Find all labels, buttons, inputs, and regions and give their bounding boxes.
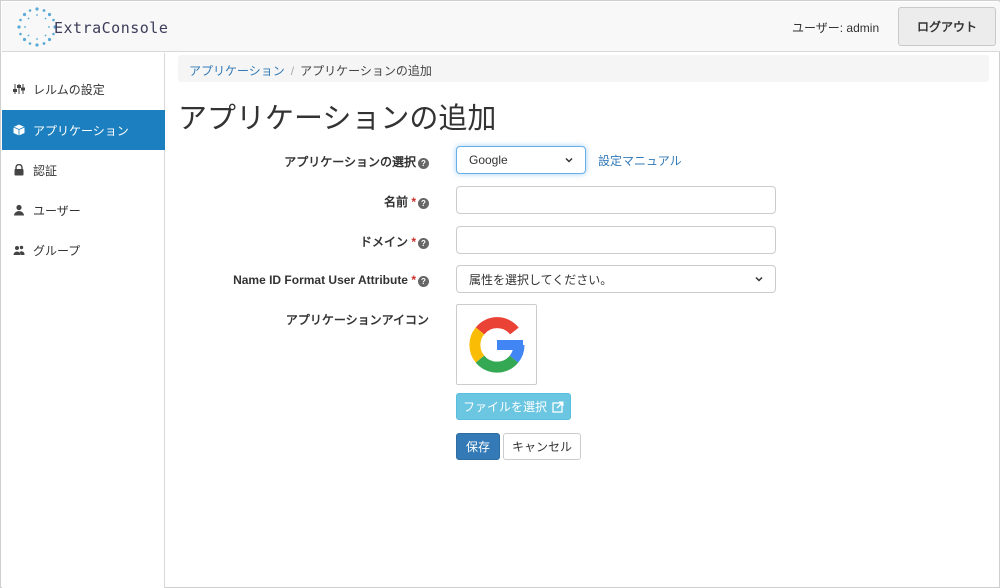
question-circle-icon[interactable]: ? [418, 238, 429, 249]
sidebar-item-users[interactable]: ユーザー [2, 190, 165, 230]
required-mark: * [411, 195, 416, 209]
required-mark: * [411, 273, 416, 287]
user-icon [14, 204, 24, 216]
domain-input[interactable] [456, 226, 776, 254]
sliders-icon [13, 84, 25, 94]
name-id-format-select[interactable]: 属性を選択してください。 [456, 265, 776, 293]
choose-file-button[interactable]: ファイルを選択 [456, 393, 571, 420]
choose-file-label: ファイルを選択 [462, 400, 547, 414]
sidebar: レルムの設定 アプリケーション 認証 ユーザー グループ [2, 53, 165, 588]
sidebar-item-applications[interactable]: アプリケーション [2, 110, 165, 150]
sidebar-item-groups[interactable]: グループ [2, 230, 165, 270]
sidebar-item-label: レルムの設定 [33, 82, 105, 97]
extraconsole-logo-icon [17, 7, 57, 47]
current-user-label: ユーザー: admin [792, 21, 880, 35]
page-title: アプリケーションの追加 [178, 103, 497, 135]
app-name: ExtraConsole [54, 19, 169, 37]
application-select-value: Google [469, 153, 508, 167]
breadcrumb-separator: / [290, 64, 295, 78]
domain-label-text: ドメイン [359, 235, 408, 249]
lock-icon [14, 164, 24, 176]
question-circle-icon[interactable]: ? [418, 158, 429, 169]
sidebar-item-authentication[interactable]: 認証 [2, 150, 165, 190]
logout-button[interactable]: ログアウト [898, 7, 996, 46]
breadcrumb-link-applications[interactable]: アプリケーション [189, 64, 285, 78]
name-input[interactable] [456, 186, 776, 214]
google-logo-icon [468, 316, 524, 373]
sidebar-item-label: ユーザー [33, 203, 81, 218]
domain-label: ドメイン *? [360, 233, 429, 250]
application-select[interactable]: Google [456, 146, 586, 174]
name-label-text: 名前 [383, 195, 408, 209]
cancel-button[interactable]: キャンセル [503, 433, 581, 460]
question-circle-icon[interactable]: ? [418, 198, 429, 209]
breadcrumb: アプリケーション / アプリケーションの追加 [178, 55, 989, 82]
name-id-format-label-text: Name ID Format User Attribute [233, 273, 408, 287]
app-select-label-text: アプリケーションの選択 [284, 155, 416, 169]
app-window: ExtraConsole ユーザー: admin ログアウト レルムの設定 アプ… [0, 0, 1000, 588]
app-select-label: アプリケーションの選択? [284, 153, 429, 170]
save-button[interactable]: 保存 [456, 433, 500, 460]
top-header: ExtraConsole ユーザー: admin ログアウト [2, 2, 1000, 52]
setup-manual-link[interactable]: 設定マニュアル [598, 152, 682, 169]
name-id-format-select-value: 属性を選択してください。 [469, 272, 613, 287]
chevron-down-icon [755, 276, 763, 282]
app-icon-preview [456, 304, 537, 385]
sidebar-item-label: グループ [33, 243, 81, 258]
sidebar-item-label: アプリケーション [33, 123, 129, 138]
users-icon [13, 245, 25, 255]
name-id-format-label: Name ID Format User Attribute *? [233, 273, 429, 287]
sidebar-item-realm-settings[interactable]: レルムの設定 [2, 69, 165, 109]
cube-icon [13, 124, 25, 136]
question-circle-icon[interactable]: ? [418, 276, 429, 287]
external-link-icon [552, 401, 564, 413]
required-mark: * [411, 235, 416, 249]
sidebar-item-label: 認証 [33, 163, 58, 178]
breadcrumb-current: アプリケーションの追加 [300, 64, 432, 78]
name-label: 名前 *? [384, 193, 429, 210]
chevron-down-icon [565, 157, 573, 163]
app-icon-label: アプリケーションアイコン [285, 313, 429, 327]
